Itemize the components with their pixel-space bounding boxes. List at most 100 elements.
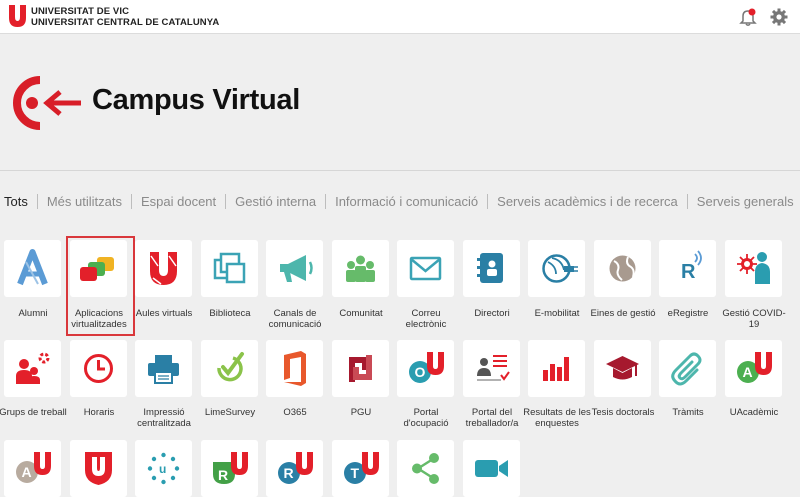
app-label: Canals de comunicació xyxy=(268,308,322,330)
app-tile-eines-de-gestio[interactable] xyxy=(594,240,651,297)
svg-text:A: A xyxy=(743,364,753,380)
app-tile-r-green-u[interactable]: R xyxy=(201,440,258,497)
app-tile-comunitat[interactable] xyxy=(332,240,389,297)
svg-text:R: R xyxy=(218,467,228,483)
app-tile-aules-virtuals[interactable] xyxy=(135,240,192,297)
bell-icon[interactable] xyxy=(738,7,758,27)
app-tile-alumni[interactable] xyxy=(4,240,61,297)
app-tile-resultats-enquestes[interactable] xyxy=(528,340,585,397)
svg-text:A: A xyxy=(22,464,32,480)
app-label: Gestió COVID-19 xyxy=(722,308,786,330)
app-tile-aplicacions-virtualitzades[interactable] xyxy=(66,236,135,336)
app-label: Aules virtuals xyxy=(135,308,193,319)
app-label: Horaris xyxy=(83,407,115,418)
app-label: Portal d'ocupació xyxy=(403,407,449,429)
app-label: Tesis doctorals xyxy=(591,407,655,418)
mobility-icon xyxy=(542,254,578,283)
app-tile-uacademic[interactable]: A xyxy=(725,340,782,397)
filter-academic-research[interactable]: Serveis acadèmics i de recerca xyxy=(497,194,678,209)
app-tile-portal-ocupacio[interactable]: O xyxy=(397,340,454,397)
work-groups-icon xyxy=(16,352,50,384)
campus-virtual-logo-icon xyxy=(13,76,81,130)
university-name-line2: UNIVERSITAT CENTRAL DE CATALUNYA xyxy=(31,17,220,28)
svg-text:u: u xyxy=(159,462,166,476)
app-tile-eregistre[interactable]: R xyxy=(659,240,716,297)
employment-portal-icon: O xyxy=(409,352,444,383)
app-tile-impressio-centralitzada[interactable] xyxy=(135,340,192,397)
app-tile-e-mobilitat[interactable] xyxy=(528,240,585,297)
gear-icon[interactable] xyxy=(769,7,789,27)
filter-information-communication[interactable]: Informació i comunicació xyxy=(335,194,478,209)
filter-separator xyxy=(36,193,38,209)
share-icon xyxy=(412,453,439,484)
svg-text:T: T xyxy=(351,465,360,481)
app-label: Grups de treball xyxy=(0,407,67,418)
dots-u-icon: u xyxy=(147,452,180,485)
app-label: Impressió centralitzada xyxy=(137,407,191,429)
app-tile-horaris[interactable] xyxy=(70,340,127,397)
library-icon xyxy=(213,252,246,284)
r-blue-u-icon: R xyxy=(278,452,313,484)
paperclip-icon xyxy=(671,352,702,386)
app-label: Biblioteca xyxy=(209,308,251,319)
app-tile-directori[interactable] xyxy=(463,240,520,297)
app-label: Directori xyxy=(474,308,510,319)
uvic-logo-icon[interactable] xyxy=(9,5,26,27)
filter-teaching-space[interactable]: Espai docent xyxy=(141,194,216,209)
filter-most-used[interactable]: Més utilitzats xyxy=(47,194,122,209)
filter-all[interactable]: Tots xyxy=(4,194,28,209)
clock-icon xyxy=(84,354,113,383)
filter-separator xyxy=(225,193,227,209)
category-filters: Tots Més utilitzats Espai docent Gestió … xyxy=(4,192,794,210)
app-label: E-mobilitat xyxy=(534,308,580,319)
app-tile-t-u[interactable]: T xyxy=(332,440,389,497)
worker-portal-icon xyxy=(477,355,510,381)
app-tile-canals-de-comunicacio[interactable] xyxy=(266,240,323,297)
app-label: Alumni xyxy=(18,308,48,319)
r-green-u-icon: R xyxy=(213,452,248,484)
app-tile-dots-u[interactable]: u xyxy=(135,440,192,497)
video-camera-icon xyxy=(475,460,508,477)
a-u-icon: A xyxy=(16,452,51,483)
app-label: Comunitat xyxy=(339,308,383,319)
app-tile-video[interactable] xyxy=(463,440,520,497)
app-tile-o365[interactable] xyxy=(266,340,323,397)
university-name-line1: UNIVERSITAT DE VIC xyxy=(31,6,130,17)
alumni-icon xyxy=(17,249,48,286)
limesurvey-icon xyxy=(217,352,244,382)
filter-separator xyxy=(487,193,489,209)
filter-separator xyxy=(686,193,688,209)
app-tile-share[interactable] xyxy=(397,440,454,497)
app-tile-gestio-covid[interactable] xyxy=(725,240,782,297)
mail-icon xyxy=(409,256,442,281)
app-tile-u-shield[interactable] xyxy=(70,440,127,497)
directory-icon xyxy=(477,253,503,283)
filter-internal-management[interactable]: Gestió interna xyxy=(235,194,316,209)
graduation-cap-icon xyxy=(606,356,639,380)
office-icon xyxy=(284,351,306,386)
covid-icon xyxy=(737,252,770,284)
t-u-icon: T xyxy=(344,452,379,484)
app-tile-biblioteca[interactable] xyxy=(201,240,258,297)
page-title: Campus Virtual xyxy=(92,84,300,116)
app-label: eRegistre xyxy=(667,308,709,319)
app-tile-pgu[interactable] xyxy=(332,340,389,397)
megaphone-icon xyxy=(280,255,313,282)
pgu-icon xyxy=(349,355,372,382)
community-icon xyxy=(346,255,375,282)
app-tile-portal-treballador[interactable] xyxy=(463,340,520,397)
app-label: Correu electrònic xyxy=(405,308,447,330)
svg-text:R: R xyxy=(284,465,294,481)
virtual-classroom-icon xyxy=(150,252,177,285)
app-tile-tramits[interactable] xyxy=(659,340,716,397)
app-tile-correu-electronic[interactable] xyxy=(397,240,454,297)
top-bar: UNIVERSITAT DE VIC UNIVERSITAT CENTRAL D… xyxy=(0,0,800,34)
app-tile-limesurvey[interactable] xyxy=(201,340,258,397)
app-tile-grups-de-treball[interactable] xyxy=(4,340,61,397)
app-tile-a-u[interactable]: A xyxy=(4,440,61,497)
filter-general-services[interactable]: Serveis generals xyxy=(697,194,794,209)
university-name: UNIVERSITAT DE VIC UNIVERSITAT CENTRAL D… xyxy=(31,6,219,28)
app-tile-tesis-doctorals[interactable] xyxy=(594,340,651,397)
eregistre-icon: R xyxy=(681,250,702,283)
app-tile-r-blue-u[interactable]: R xyxy=(266,440,323,497)
